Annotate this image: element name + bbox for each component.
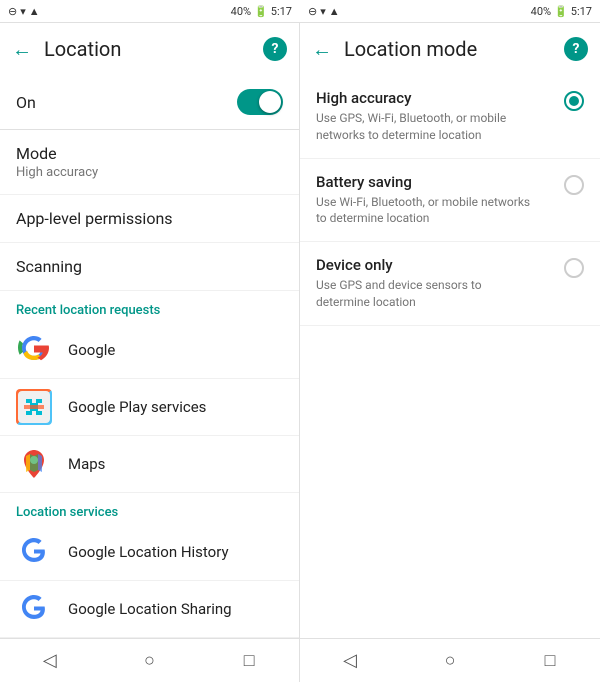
right-back-button[interactable]: ← <box>312 37 332 62</box>
device-only-radio[interactable] <box>564 258 584 278</box>
right-header: ← Location mode ? <box>300 23 600 75</box>
device-only-label: Device only <box>316 256 536 274</box>
minus-icon-r: ⊖ <box>308 5 317 18</box>
right-time: 5:17 <box>571 5 592 18</box>
left-time: 5:17 <box>271 5 292 18</box>
location-toggle[interactable] <box>237 89 283 115</box>
google-item[interactable]: Google <box>0 322 299 379</box>
google-icon <box>16 332 52 368</box>
left-header: ← Location ? <box>0 23 299 75</box>
minus-icon: ⊖ <box>8 5 17 18</box>
right-status-bar: ⊖ ▾ ▲ 40% 🔋 5:17 <box>300 0 600 22</box>
screens-container: ← Location ? On Mode High accuracy <box>0 22 600 682</box>
location-sharing-name: Google Location Sharing <box>68 600 232 618</box>
toggle-knob <box>259 91 281 113</box>
scanning-item[interactable]: Scanning <box>0 243 299 291</box>
battery-saving-sublabel: Use Wi-Fi, Bluetooth, or mobile networks… <box>316 194 536 228</box>
play-services-item[interactable]: Google Play services <box>0 379 299 436</box>
battery-icon: 🔋 <box>254 5 268 18</box>
location-history-name: Google Location History <box>68 543 229 561</box>
right-battery: 40% <box>531 5 551 18</box>
right-recent-nav[interactable]: □ <box>520 639 580 682</box>
google-name: Google <box>68 341 115 359</box>
left-status-right: 40% 🔋 5:17 <box>231 5 292 18</box>
high-accuracy-label: High accuracy <box>316 89 536 107</box>
high-accuracy-radio[interactable] <box>564 91 584 111</box>
left-nav-bar: ◁ ○ □ <box>0 638 299 682</box>
right-status-right: 40% 🔋 5:17 <box>531 5 592 18</box>
high-accuracy-sublabel: Use GPS, Wi-Fi, Bluetooth, or mobile net… <box>316 110 536 144</box>
wifi-icon-r: ▾ <box>320 5 326 18</box>
device-only-sublabel: Use GPS and device sensors to determine … <box>316 277 536 311</box>
battery-saving-label: Battery saving <box>316 173 536 191</box>
right-settings-content: High accuracy Use GPS, Wi-Fi, Bluetooth,… <box>300 75 600 638</box>
left-battery: 40% <box>231 5 251 18</box>
device-only-option[interactable]: Device only Use GPS and device sensors t… <box>300 242 600 326</box>
mode-item[interactable]: Mode High accuracy <box>0 130 299 195</box>
maps-icon <box>16 446 52 482</box>
right-panel: ← Location mode ? High accuracy Use GPS,… <box>300 23 600 682</box>
location-sharing-icon <box>16 591 52 627</box>
mode-sublabel: High accuracy <box>16 165 98 180</box>
left-back-nav[interactable]: ◁ <box>20 639 80 682</box>
right-home-nav[interactable]: ○ <box>420 639 480 682</box>
mode-label: Mode <box>16 144 98 163</box>
app-permissions-item[interactable]: App-level permissions <box>0 195 299 243</box>
maps-name: Maps <box>68 455 105 473</box>
wifi-icon: ▾ <box>20 5 26 18</box>
right-nav-bar: ◁ ○ □ <box>300 638 600 682</box>
play-services-name: Google Play services <box>68 398 206 416</box>
location-toggle-item[interactable]: On <box>0 75 299 130</box>
left-recent-nav[interactable]: □ <box>219 639 279 682</box>
location-history-icon <box>16 534 52 570</box>
right-title: Location mode <box>344 37 552 61</box>
right-help-button[interactable]: ? <box>564 37 588 61</box>
maps-item[interactable]: Maps <box>0 436 299 493</box>
app-permissions-label: App-level permissions <box>16 209 173 228</box>
battery-saving-option[interactable]: Battery saving Use Wi-Fi, Bluetooth, or … <box>300 159 600 243</box>
left-help-button[interactable]: ? <box>263 37 287 61</box>
location-sharing-item[interactable]: Google Location Sharing <box>0 581 299 638</box>
battery-saving-radio[interactable] <box>564 175 584 195</box>
signal-icon: ▲ <box>29 5 40 18</box>
left-status-bar: ⊖ ▾ ▲ 40% 🔋 5:17 <box>0 0 300 22</box>
location-history-item[interactable]: Google Location History <box>0 524 299 581</box>
left-title: Location <box>44 37 251 61</box>
left-home-nav[interactable]: ○ <box>119 639 179 682</box>
left-back-button[interactable]: ← <box>12 37 32 62</box>
toggle-label: On <box>16 93 36 112</box>
scanning-label: Scanning <box>16 257 82 276</box>
left-panel: ← Location ? On Mode High accuracy <box>0 23 300 682</box>
play-services-icon <box>16 389 52 425</box>
radio-inner <box>569 96 579 106</box>
left-settings-content: On Mode High accuracy App-level permissi… <box>0 75 299 638</box>
status-bars: ⊖ ▾ ▲ 40% 🔋 5:17 ⊖ ▾ ▲ 40% 🔋 5:17 <box>0 0 600 22</box>
right-status-indicators: ⊖ ▾ ▲ <box>308 5 340 18</box>
recent-section-header: Recent location requests <box>0 291 299 322</box>
services-section-header: Location services <box>0 493 299 524</box>
left-status-indicators: ⊖ ▾ ▲ <box>8 5 40 18</box>
right-back-nav[interactable]: ◁ <box>320 639 380 682</box>
high-accuracy-option[interactable]: High accuracy Use GPS, Wi-Fi, Bluetooth,… <box>300 75 600 159</box>
signal-icon-r: ▲ <box>329 5 340 18</box>
battery-icon-r: 🔋 <box>554 5 568 18</box>
